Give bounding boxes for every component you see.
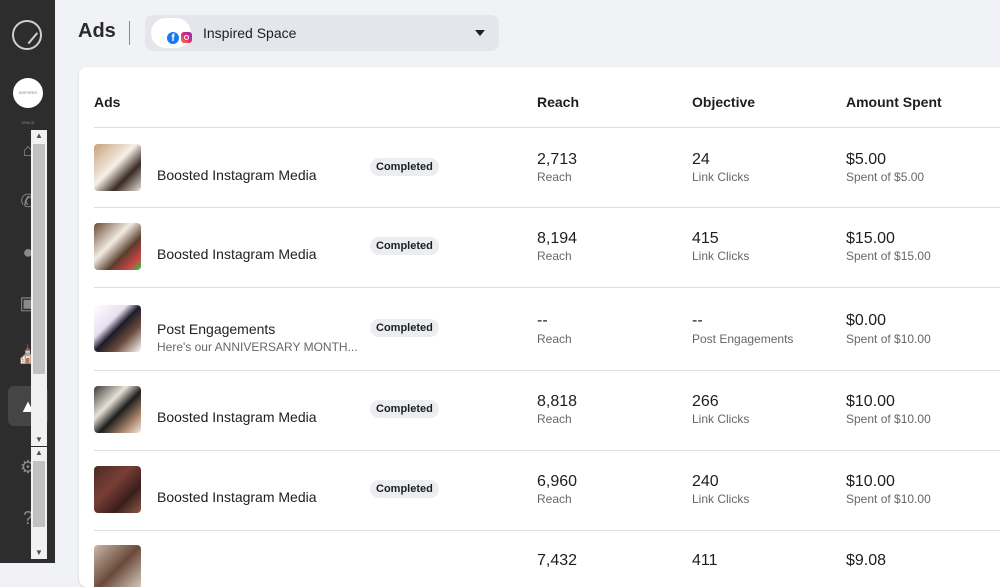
- objective-label: Link Clicks: [692, 492, 750, 506]
- objective-value: 415: [692, 230, 719, 247]
- ad-thumbnail: [94, 466, 141, 513]
- table-row[interactable]: Boosted Instagram Media Completed 6,960 …: [79, 451, 1000, 530]
- facebook-icon: f: [167, 32, 179, 44]
- reach-value: 2,713: [537, 151, 578, 168]
- status-badge: Completed: [370, 158, 439, 176]
- reach-label: Reach: [537, 249, 572, 263]
- chevron-down-icon: [475, 30, 485, 36]
- ad-name[interactable]: Boosted Instagram Media: [157, 246, 317, 262]
- objective-label: Link Clicks: [692, 170, 750, 184]
- objective-label: Link Clicks: [692, 249, 750, 263]
- reach-value: 8,818: [537, 393, 578, 410]
- amount-spent: $9.08: [846, 552, 887, 569]
- brand-avatar[interactable]: INSPIRED SPACE: [13, 78, 43, 125]
- objective-label: Link Clicks: [692, 412, 750, 426]
- objective-value: --: [692, 312, 703, 329]
- table-row[interactable]: Boosted Instagram Media Completed 2,713 …: [79, 128, 1000, 207]
- ad-name[interactable]: Boosted Instagram Media: [157, 489, 317, 505]
- table-row[interactable]: Post Engagements Here's our ANNIVERSARY …: [79, 288, 1000, 370]
- budget-label: Spent of $10.00: [846, 332, 931, 346]
- table-row[interactable]: Boosted Instagram Media Completed 8,818 …: [79, 371, 1000, 450]
- scrollbar-thumb[interactable]: [33, 144, 45, 374]
- header-divider: [129, 21, 130, 45]
- reach-label: Reach: [537, 170, 572, 184]
- reach-label: Reach: [537, 492, 572, 506]
- reach-value: --: [537, 312, 548, 329]
- ad-subtitle: Here's our ANNIVERSARY MONTH...: [157, 340, 358, 354]
- objective-value: 24: [692, 151, 710, 168]
- reach-label: Reach: [537, 332, 572, 346]
- instagram-icon: [181, 32, 192, 43]
- table-row[interactable]: 7,432 411 $9.08: [79, 531, 1000, 587]
- account-avatar: f: [151, 18, 192, 48]
- ad-thumbnail: [94, 305, 141, 352]
- objective-value: 240: [692, 473, 719, 490]
- column-header-amount-spent: Amount Spent: [846, 94, 942, 110]
- objective-label: Post Engagements: [692, 332, 794, 346]
- left-sidebar: INSPIRED SPACE ⌂ ✆ ● ▣ ⛪ ▲ ⚙ ? ▲ ▼ ▲ ▼: [0, 0, 55, 563]
- status-badge: Completed: [370, 480, 439, 498]
- status-badge: Completed: [370, 237, 439, 255]
- column-header-reach: Reach: [537, 94, 580, 110]
- ad-thumbnail: [94, 223, 141, 270]
- ad-thumbnail: [94, 545, 141, 587]
- scroll-up-arrow[interactable]: ▲: [31, 447, 47, 459]
- account-name: Inspired Space: [203, 25, 297, 41]
- amount-spent: $0.00: [846, 312, 887, 329]
- ad-thumbnail: [94, 386, 141, 433]
- ads-table: Ads Reach Objective Amount Spent Boosted…: [79, 67, 1000, 587]
- ad-name[interactable]: Post Engagements: [157, 321, 275, 337]
- table-row[interactable]: Boosted Instagram Media Completed 8,194 …: [79, 208, 1000, 287]
- status-badge: Completed: [370, 319, 439, 337]
- objective-value: 266: [692, 393, 719, 410]
- reach-label: Reach: [537, 412, 572, 426]
- scroll-up-arrow[interactable]: ▲: [31, 130, 47, 142]
- budget-label: Spent of $10.00: [846, 492, 931, 506]
- ad-thumbnail: [94, 144, 141, 191]
- budget-label: Spent of $5.00: [846, 170, 925, 184]
- scroll-down-arrow[interactable]: ▼: [31, 434, 47, 446]
- ad-name[interactable]: Boosted Instagram Media: [157, 167, 317, 183]
- reach-value: 6,960: [537, 473, 578, 490]
- sidebar-scrollbar-bottom[interactable]: ▲ ▼: [31, 447, 47, 559]
- column-header-ads: Ads: [94, 94, 121, 110]
- amount-spent: $10.00: [846, 473, 895, 490]
- amount-spent: $5.00: [846, 151, 887, 168]
- objective-value: 411: [692, 552, 718, 569]
- budget-label: Spent of $15.00: [846, 249, 931, 263]
- amount-spent: $10.00: [846, 393, 895, 410]
- amount-spent: $15.00: [846, 230, 895, 247]
- scroll-down-arrow[interactable]: ▼: [31, 547, 47, 559]
- reach-value: 7,432: [537, 552, 578, 569]
- logo-icon[interactable]: [12, 20, 42, 50]
- status-badge: Completed: [370, 400, 439, 418]
- scrollbar-thumb[interactable]: [33, 461, 45, 527]
- ad-name[interactable]: Boosted Instagram Media: [157, 409, 317, 425]
- account-selector[interactable]: f Inspired Space: [145, 15, 499, 51]
- reach-value: 8,194: [537, 230, 578, 247]
- budget-label: Spent of $10.00: [846, 412, 931, 426]
- page-title: Ads: [78, 20, 116, 42]
- column-header-objective: Objective: [692, 94, 756, 110]
- sidebar-scrollbar-top[interactable]: ▲ ▼: [31, 130, 47, 446]
